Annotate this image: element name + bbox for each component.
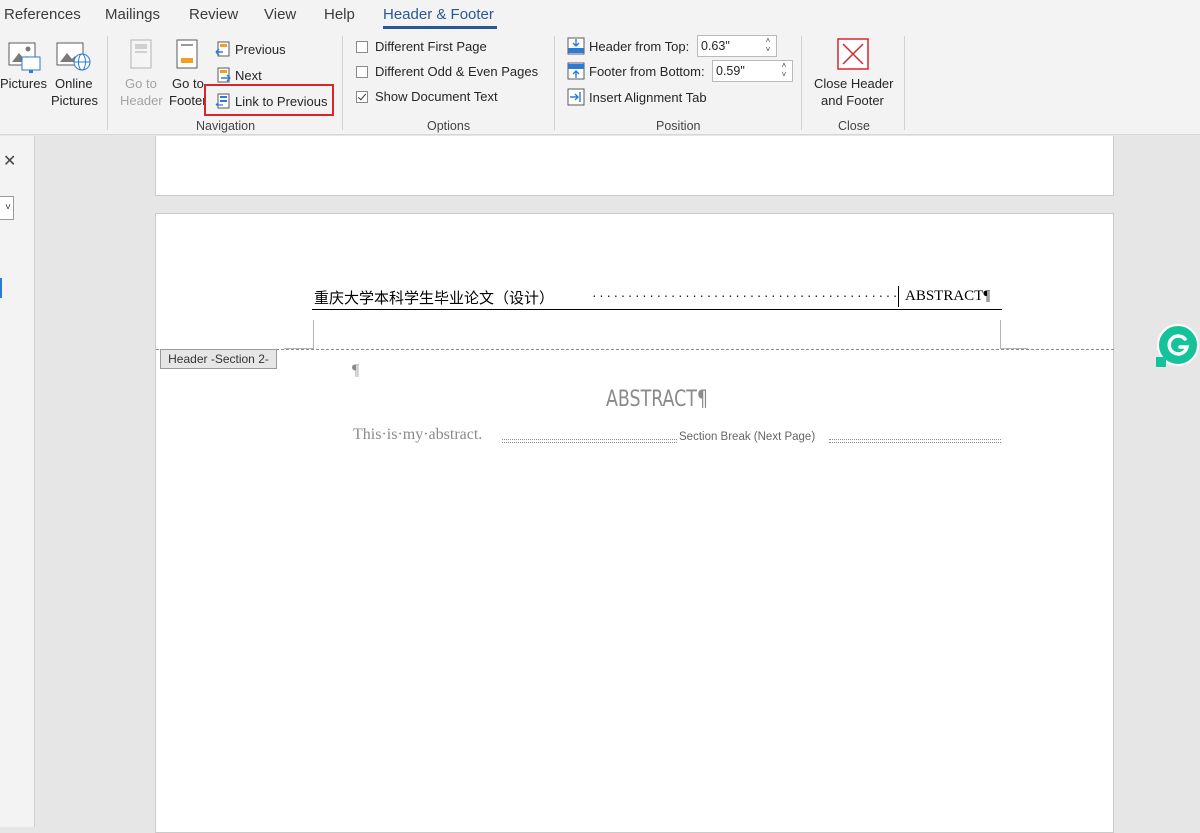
abstract-body-text[interactable]: This·is·my·abstract. <box>353 426 482 444</box>
go-to-footer-label-2: Footer <box>169 93 205 108</box>
group-separator <box>342 36 343 130</box>
tab-view[interactable]: View <box>264 6 296 23</box>
group-separator <box>904 36 905 130</box>
close-pane-icon[interactable]: ✕ <box>3 151 16 171</box>
margin-mark <box>1000 320 1001 349</box>
header-right-text[interactable]: ABSTRACT¶ <box>905 288 990 305</box>
header-left-text[interactable]: 重庆大学本科学生毕业论文（设计） <box>314 287 554 308</box>
group-separator <box>801 36 802 130</box>
header-from-top-label: Header from Top: <box>589 38 690 54</box>
close-group-label: Close <box>838 119 870 133</box>
abstract-heading[interactable]: ABSTRACT¶ <box>606 387 708 412</box>
go-to-footer-icon <box>176 39 198 69</box>
next-button[interactable]: Next <box>215 65 262 85</box>
close-header-footer-label-1: Close Header <box>814 76 894 91</box>
previous-label: Previous <box>235 41 286 57</box>
close-header-footer-label-2: and Footer <box>821 93 884 108</box>
checkbox-label: Different Odd & Even Pages <box>375 64 539 79</box>
options-group-label: Options <box>427 119 471 133</box>
section-break-line-right <box>829 439 1001 443</box>
header-from-top-input[interactable]: 0.63" ˄ ˅ <box>697 35 777 57</box>
go-to-header-label-1: Go to <box>125 76 157 91</box>
position-group-label: Position <box>656 119 701 133</box>
footer-from-bottom-label: Footer from Bottom: <box>589 63 705 79</box>
tab-references[interactable]: References <box>4 6 81 23</box>
active-tab-indicator <box>383 26 497 29</box>
text-cursor <box>898 286 899 307</box>
header-from-top-value: 0.63" <box>701 39 730 53</box>
different-first-page-checkbox[interactable]: Different First Page <box>356 39 487 54</box>
insert-alignment-tab-button[interactable]: Insert Alignment Tab <box>567 87 707 107</box>
pictures-label: Pictures <box>0 76 47 91</box>
next-label: Next <box>235 67 262 83</box>
go-to-footer-label-1: Go to <box>172 76 204 91</box>
online-pictures-icon <box>56 42 91 71</box>
tab-help[interactable]: Help <box>324 6 355 23</box>
go-to-header-label-2: Header <box>120 93 163 108</box>
header-boundary-line <box>156 349 1114 350</box>
previous-page-bottom <box>155 136 1114 196</box>
header-from-top-control: Header from Top: <box>567 36 689 56</box>
header-section-tag: Header -Section 2- <box>160 349 277 369</box>
footer-from-bottom-value: 0.59" <box>716 64 745 78</box>
group-separator <box>554 36 555 130</box>
checkbox-box <box>356 40 368 53</box>
annotation-highlight-box <box>204 84 334 116</box>
next-section-icon <box>217 67 231 83</box>
footer-from-bottom-input[interactable]: 0.59" ˄ ˅ <box>712 60 793 82</box>
navigation-pane-strip <box>0 136 35 827</box>
footer-position-icon <box>567 62 585 80</box>
ribbon-tab-bar: References Mailings Review View Help Hea… <box>0 0 1200 30</box>
tab-review[interactable]: Review <box>189 6 238 23</box>
grammarly-icon <box>1156 324 1199 367</box>
spinner-arrows-icon[interactable]: ˄ ˅ <box>762 36 774 56</box>
section-break-label: Section Break (Next Page) <box>679 431 816 443</box>
checkbox-label: Show Document Text <box>375 89 498 104</box>
previous-button[interactable]: Previous <box>215 39 286 59</box>
show-document-text-checkbox[interactable]: Show Document Text <box>356 89 498 104</box>
close-icon <box>837 38 869 70</box>
pane-selection-marker <box>0 278 2 298</box>
section-break-line-left <box>502 439 677 443</box>
grammarly-button[interactable] <box>1156 323 1200 367</box>
empty-paragraph-mark[interactable]: ¶ <box>352 362 359 380</box>
different-odd-even-checkbox[interactable]: Different Odd & Even Pages <box>356 64 538 79</box>
previous-section-icon <box>215 41 230 57</box>
header-bottom-border <box>312 309 1002 310</box>
go-to-header-icon <box>130 39 152 69</box>
header-tab-leader: ········································… <box>592 287 899 303</box>
online-pictures-label-2: Pictures <box>51 93 98 108</box>
navigation-group-label: Navigation <box>196 119 256 133</box>
checkbox-box-checked <box>356 90 368 103</box>
online-pictures-label-1: Online <box>55 76 93 91</box>
header-position-icon <box>567 37 585 55</box>
checkbox-box <box>356 65 368 78</box>
checkbox-label: Different First Page <box>375 39 487 54</box>
tab-mailings[interactable]: Mailings <box>105 6 160 23</box>
group-separator <box>107 36 108 130</box>
alignment-tab-icon <box>567 88 585 106</box>
margin-mark <box>313 320 314 349</box>
insert-alignment-tab-label: Insert Alignment Tab <box>589 89 707 105</box>
footer-from-bottom-control: Footer from Bottom: <box>567 61 705 81</box>
document-page <box>155 213 1114 833</box>
spinner-arrows-icon[interactable]: ˄ ˅ <box>778 61 790 81</box>
pictures-icon <box>8 42 41 73</box>
pane-dropdown-chevron-icon[interactable]: ˅ <box>0 196 14 220</box>
tab-header-footer[interactable]: Header & Footer <box>383 6 494 23</box>
